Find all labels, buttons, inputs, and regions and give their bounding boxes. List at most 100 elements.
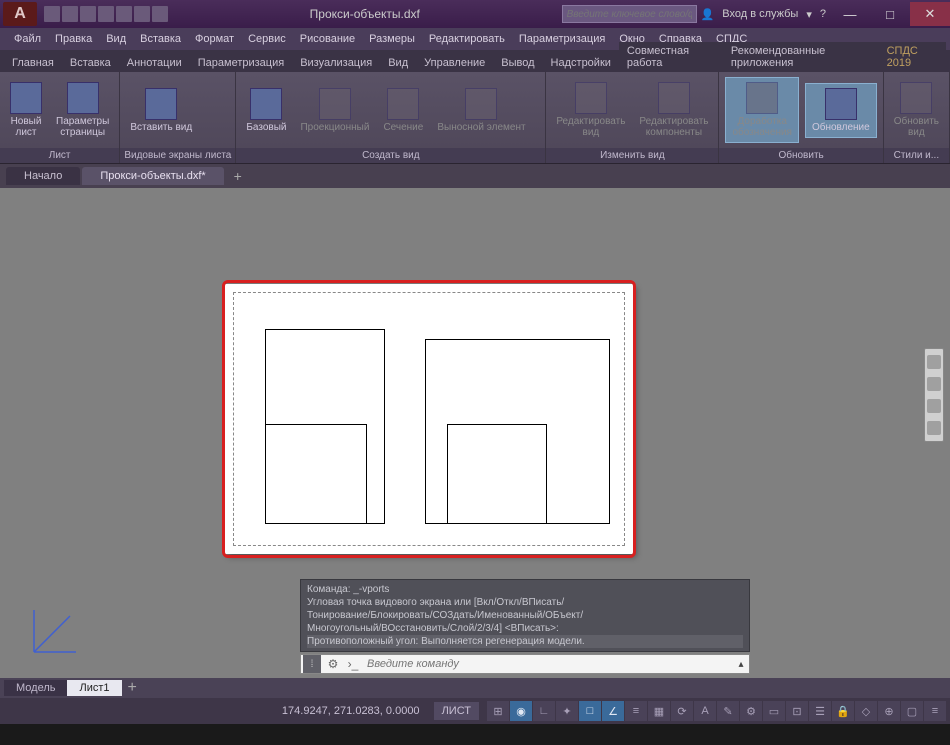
viewport-clip-icon[interactable] [202,100,222,120]
menu-modify[interactable]: Редактировать [423,31,511,47]
cart-icon[interactable]: ▾ [806,8,812,21]
menu-edit[interactable]: Правка [49,31,98,47]
status-cleanscreen-icon[interactable]: ▢ [901,701,923,721]
layout-tab-add-button[interactable]: + [122,679,143,697]
ribbon-tab-output[interactable]: Вывод [493,54,542,72]
status-lock-icon[interactable]: 🔒 [832,701,854,721]
file-tab-add-button[interactable]: + [226,168,250,184]
maximize-button[interactable]: □ [870,2,910,26]
status-customize-icon[interactable]: ≡ [924,701,946,721]
status-hardware-icon[interactable]: ⊕ [878,701,900,721]
title-bar: A Прокси-объекты.dxf 👤 Вход в службы ▾ ?… [0,0,950,28]
update-symbol-button[interactable]: Обновление [805,83,877,138]
qat-save-icon[interactable] [80,6,96,22]
user-icon[interactable]: 👤 [701,8,715,21]
base-view-icon [250,88,282,120]
menu-insert[interactable]: Вставка [134,31,187,47]
status-isolate-icon[interactable]: ◇ [855,701,877,721]
status-cycling-icon[interactable]: ⟳ [671,701,693,721]
menu-parametric[interactable]: Параметризация [513,31,611,47]
status-polar-icon[interactable]: ✦ [556,701,578,721]
update-view-button: Обновитьвид [890,80,943,140]
status-units-icon[interactable]: ⊡ [786,701,808,721]
ribbon-tab-view[interactable]: Вид [380,54,416,72]
command-line-recent-icon[interactable]: ▴ [733,659,749,670]
file-tab-bar: Начало Прокси-объекты.dxf* + [0,164,950,188]
base-view-button[interactable]: Базовый [242,86,290,135]
command-line[interactable]: ⁞ ⚙ ›_ ▴ [300,654,750,674]
minimize-button[interactable]: — [830,2,870,26]
section-view-icon [387,88,419,120]
command-line-customize-icon[interactable]: ⚙ [325,656,341,672]
signin-link[interactable]: Вход в службы [722,8,798,20]
command-history[interactable]: Команда: _-vports Угловая точка видового… [300,579,750,652]
ribbon-tab-featured[interactable]: Рекомендованные приложения [723,42,879,72]
command-input[interactable] [363,658,733,670]
ribbon-tab-insert[interactable]: Вставка [62,54,119,72]
ribbon-tab-addins[interactable]: Надстройки [543,54,619,72]
menu-draw[interactable]: Рисование [294,31,361,47]
close-button[interactable]: ✕ [910,2,950,26]
file-tab-active[interactable]: Прокси-объекты.dxf* [82,167,223,185]
panel-finalize: Доработкаобозначения Обновление Обновить [719,72,883,163]
status-monitor-icon[interactable]: ▭ [763,701,785,721]
status-grid-icon[interactable]: ⊞ [487,701,509,721]
ucs-icon[interactable] [30,602,84,656]
ribbon-tab-parametric[interactable]: Параметризация [190,54,292,72]
nav-orbit-icon[interactable] [927,421,941,435]
help-icon[interactable]: ? [820,8,826,20]
file-tab-start[interactable]: Начало [6,167,80,185]
command-line-grip-icon[interactable]: ⁞ [303,655,321,673]
layout-tab-model[interactable]: Модель [4,680,67,696]
menu-tools[interactable]: Сервис [242,31,292,47]
status-snap-icon[interactable]: ◉ [510,701,532,721]
panel-create-view: Базовый Проекционный Сечение Выносной эл… [236,72,546,163]
menu-format[interactable]: Формат [189,31,240,47]
status-lineweight-icon[interactable]: ≡ [625,701,647,721]
viewport-1-inner[interactable] [265,424,367,524]
qat-undo-icon[interactable] [134,6,150,22]
status-transparency-icon[interactable]: ▦ [648,701,670,721]
menu-view[interactable]: Вид [100,31,132,47]
menu-dimension[interactable]: Размеры [363,31,421,47]
status-annovis-icon[interactable]: ✎ [717,701,739,721]
drawing-area[interactable]: Команда: _-vports Угловая точка видового… [0,188,950,678]
menu-file[interactable]: Файл [8,31,47,47]
search-input[interactable] [562,5,697,23]
edit-view-button: Редактироватьвид [552,80,629,140]
navigation-bar [924,348,944,442]
status-otrack-icon[interactable]: ∠ [602,701,624,721]
status-ortho-icon[interactable]: ∟ [533,701,555,721]
qat-new-icon[interactable] [44,6,60,22]
nav-wheel-icon[interactable] [927,355,941,369]
status-quickprops-icon[interactable]: ☰ [809,701,831,721]
status-coordinates[interactable]: 174.9247, 271.0283, 0.0000 [272,705,430,717]
qat-saveas-icon[interactable] [98,6,114,22]
ribbon-tab-annotate[interactable]: Аннотации [119,54,190,72]
ribbon-tab-visualize[interactable]: Визуализация [292,54,380,72]
status-annoscale-icon[interactable]: A [694,701,716,721]
status-osnap-icon[interactable]: □ [579,701,601,721]
ribbon-tab-collab[interactable]: Совместная работа [619,42,723,72]
status-bar: 174.9247, 271.0283, 0.0000 ЛИСТ ⊞ ◉ ∟ ✦ … [0,698,950,724]
status-space-toggle[interactable]: ЛИСТ [434,702,479,720]
ribbon-tab-spds[interactable]: СПДС 2019 [879,42,946,72]
nav-pan-icon[interactable] [927,377,941,391]
page-setup-button[interactable]: Параметрыстраницы [52,80,113,140]
layout-tab-sheet1[interactable]: Лист1 [67,680,121,696]
qat-plot-icon[interactable] [116,6,132,22]
insert-view-button[interactable]: Вставить вид [126,86,196,135]
qat-redo-icon[interactable] [152,6,168,22]
viewport-2-inner[interactable] [447,424,547,524]
panel-styles-label: Стили и... [884,148,949,163]
viewport-rect-icon[interactable] [202,76,222,96]
app-menu-button[interactable]: A [3,2,37,26]
panel-update-view: Обновитьвид Стили и... [884,72,950,163]
new-layout-button[interactable]: Новыйлист [6,80,46,140]
ribbon-tab-home[interactable]: Главная [4,54,62,72]
viewport-lock-icon[interactable] [202,124,222,144]
qat-open-icon[interactable] [62,6,78,22]
nav-zoom-icon[interactable] [927,399,941,413]
status-workspace-icon[interactable]: ⚙ [740,701,762,721]
ribbon-tab-manage[interactable]: Управление [416,54,493,72]
